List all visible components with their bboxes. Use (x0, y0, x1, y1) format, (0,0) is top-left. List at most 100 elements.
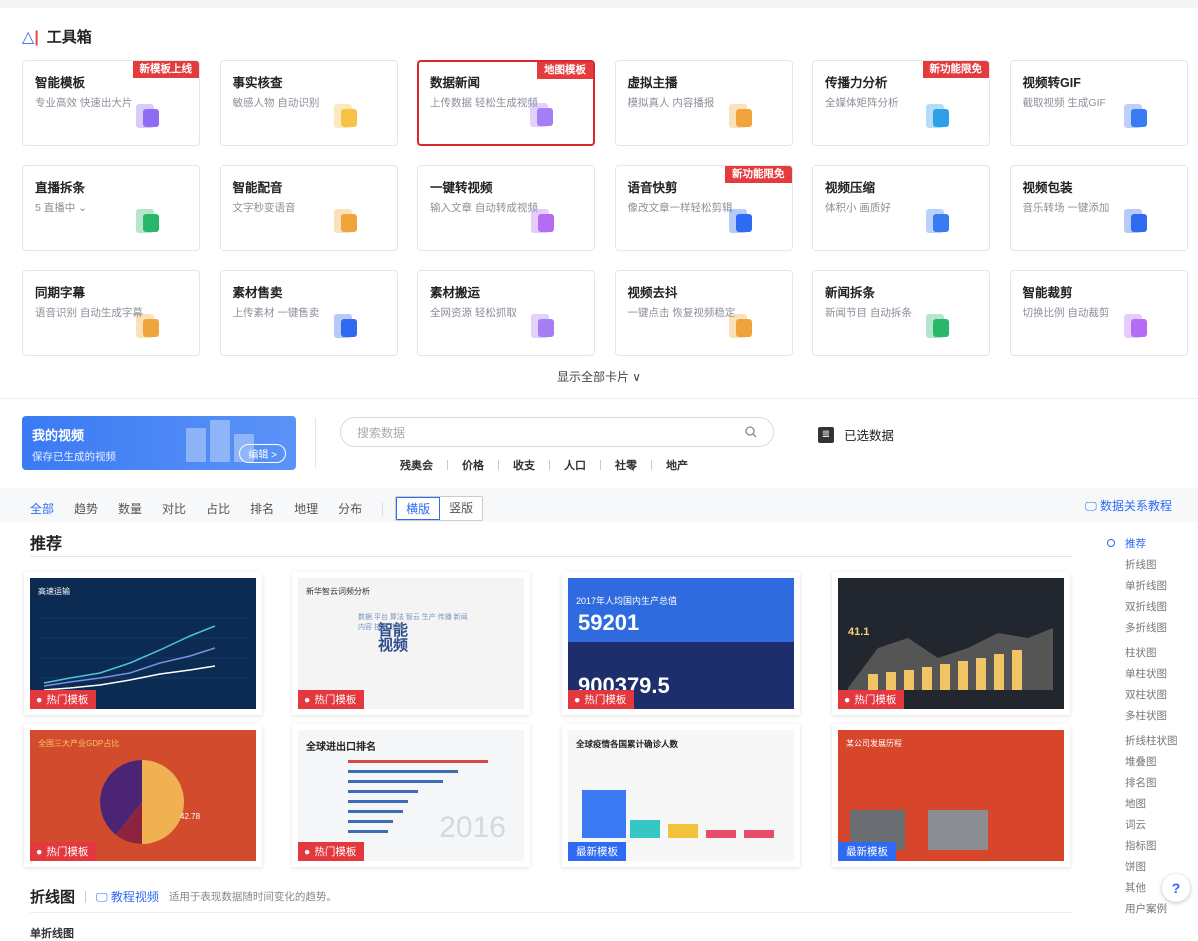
sidebar-item[interactable]: 用户案例 (1104, 899, 1184, 920)
compress-icon (926, 209, 949, 233)
template-card[interactable]: 新华智云词频分析 智能 视频 数据 平台 算法 智云 生产 传播 新闻 内容 技术… (292, 572, 530, 715)
filter-tab[interactable]: 排名 (250, 500, 274, 517)
hot-template-badge: ● 热门模板 (298, 842, 365, 861)
single-line-chart-title: 单折线图 (30, 928, 74, 940)
tool-card-badge: 新功能限免 (922, 61, 989, 78)
tool-card-desc: 输入文章 自动转成视频 (430, 202, 538, 214)
portrait-option[interactable]: 竖版 (440, 497, 483, 520)
search-icon[interactable] (745, 426, 757, 438)
sidebar-item[interactable]: 指标图 (1104, 836, 1184, 857)
filter-tab[interactable]: 占比 (206, 500, 230, 517)
tool-card-title: 视频转GIF (1022, 76, 1081, 90)
package-icon (1123, 209, 1147, 233)
search-input[interactable]: 搜索数据 (340, 417, 774, 447)
tool-card[interactable]: 一键转视频 输入文章 自动转成视频 (417, 165, 595, 251)
quick-tag[interactable]: 社零 (615, 457, 637, 473)
tool-card[interactable]: 数据新闻 上传数据 轻松生成视频 地图模板 (417, 60, 595, 146)
tool-card[interactable]: 智能裁剪 切换比例 自动裁剪 (1009, 270, 1188, 356)
article-video-icon (531, 209, 554, 233)
sidebar-item[interactable]: 单折线图 (1104, 576, 1184, 597)
sidebar-item[interactable]: 堆叠图 (1104, 752, 1184, 773)
tool-card[interactable]: 语音快剪 像改文章一样轻松剪辑 新功能限免 (614, 165, 793, 251)
tool-card[interactable]: 智能模板 专业高效 快速出大片 新模板上线 (22, 60, 200, 146)
tool-card[interactable]: 同期字幕 语音识别 自动生成字幕 (22, 270, 200, 356)
tool-card[interactable]: 视频去抖 一键点击 恢复视频稳定 (614, 270, 793, 356)
tool-card-title: 虚拟主播 (627, 76, 678, 90)
tool-card-desc: 专业高效 快速出大片 (35, 97, 133, 109)
tool-card-title: 直播拆条 (35, 181, 86, 195)
fire-icon: ● (574, 693, 581, 706)
sidebar-item[interactable]: 折线柱状图 (1104, 731, 1184, 752)
tool-card[interactable]: 虚拟主播模拟真人 内容播报 (614, 60, 793, 146)
top-border (0, 0, 1198, 8)
subtitle-icon (136, 314, 159, 338)
filter-tab[interactable]: 全部 (30, 500, 54, 517)
hot-template-badge: ● 热门模板 (298, 690, 365, 709)
sidebar-item[interactable]: 排名图 (1104, 773, 1184, 794)
quick-tags: 残奥会 价格 收支 人口 社零 地产 (400, 457, 688, 473)
quick-tag[interactable]: 人口 (564, 457, 586, 473)
template-card[interactable]: 2017年人均国内生产总值 59201 900379.5 ● 热门模板 (562, 572, 800, 715)
dubbing-icon (333, 209, 357, 233)
sidebar-item[interactable]: 词云 (1104, 815, 1184, 836)
help-button[interactable]: ? (1162, 874, 1190, 902)
fire-icon: ● (304, 845, 311, 858)
quick-tag[interactable]: 价格 (462, 457, 484, 473)
page: { "toolbox": {"logo": "△", "title": "工具箱… (0, 0, 1198, 941)
selected-data-button[interactable]: ≣ 已选数据 (818, 425, 894, 444)
divider (30, 912, 1073, 913)
template-card[interactable]: 全国三大产业GDP占比 42.78 ● 热门模板 (24, 724, 262, 867)
sidebar-item[interactable]: 双折线图 (1104, 597, 1184, 618)
monitor-icon: 🖵 (96, 890, 111, 904)
tool-card[interactable]: 素材搬运 全网资源 轻松抓取 (417, 270, 595, 356)
filter-tab[interactable]: 趋势 (74, 500, 98, 517)
tool-card[interactable]: 直播拆条 5 直播中 ⌄ (22, 165, 200, 251)
template-card[interactable]: 高速运输 ● 热门模板 (24, 572, 262, 715)
filter-tab[interactable]: 对比 (162, 500, 186, 517)
tool-card-badge: 地图模板 (537, 62, 593, 79)
filter-tab[interactable]: 数量 (118, 500, 142, 517)
photo (928, 810, 988, 850)
filter-tab[interactable]: 地理 (294, 500, 318, 517)
data-relation-tutorial-link[interactable]: 🖵 数据关系教程 (1085, 497, 1172, 514)
tool-card[interactable]: 新闻拆条 新闻节目 自动拆条 (812, 270, 990, 356)
tool-card[interactable]: 视频包装 音乐转场 一键添加 (1009, 165, 1188, 251)
hot-template-badge: ● 热门模板 (838, 690, 905, 709)
sidebar-item[interactable]: 多柱状图 (1104, 706, 1184, 727)
tool-card-title: 智能裁剪 (1022, 286, 1073, 300)
landscape-option[interactable]: 横版 (396, 497, 441, 520)
sidebar-item[interactable]: 折线图 (1104, 555, 1184, 576)
template-card[interactable]: 41.1 ● 热门模板 (832, 572, 1070, 715)
line-chart-section-header: 折线图 🖵 教程视频 适用于表现数据随时间变化的趋势。 (30, 886, 337, 907)
sidebar-item[interactable]: 双柱状图 (1104, 685, 1184, 706)
tutorial-video-link[interactable]: 🖵 教程视频 (96, 888, 159, 905)
template-card[interactable]: 全球进出口排名 2016 ● 热门模板 (292, 724, 530, 867)
new-template-badge: 最新模板 (568, 842, 626, 861)
quick-tag[interactable]: 收支 (513, 457, 535, 473)
edit-button[interactable]: 编辑 > (239, 444, 286, 463)
template-card[interactable]: 某公司发展历程 最新模板 (832, 724, 1070, 867)
sidebar-item[interactable]: 多折线图 (1104, 618, 1184, 639)
tool-card-desc: 全媒体矩阵分析 (825, 97, 899, 109)
sidebar-item[interactable]: 推荐 (1104, 534, 1184, 555)
tool-card[interactable]: 智能配音 文字秒变语音 (219, 165, 398, 251)
show-all-cards-button[interactable]: 显示全部卡片 ∨ (0, 368, 1198, 385)
quick-tag[interactable]: 地产 (666, 457, 688, 473)
tool-card[interactable]: 素材售卖 上传素材 一键售卖 (219, 270, 398, 356)
sidebar-item[interactable]: 单柱状图 (1104, 664, 1184, 685)
my-video-panel[interactable]: 我的视频 保存已生成的视频 编辑 > (22, 416, 296, 470)
tool-card[interactable]: 事实核查 敏感人物 自动识别 (219, 60, 398, 146)
tool-card[interactable]: 视频转GIF 截取视频 生成GIF (1009, 60, 1188, 146)
tool-card[interactable]: 传播力分析 全媒体矩阵分析 新功能限免 (812, 60, 990, 146)
template-card[interactable]: 全球疫情各国累计确诊人数 最新模板 (562, 724, 800, 867)
tool-card-desc: 模拟真人 内容播报 (627, 97, 715, 109)
sidebar-item[interactable]: 柱状图 (1104, 643, 1184, 664)
hot-template-badge: ● 热门模板 (30, 842, 97, 861)
filter-tab[interactable]: 分布 (338, 500, 362, 517)
tool-card[interactable]: 视频压缩 体积小 画质好 (812, 165, 990, 251)
new-template-badge: 最新模板 (838, 842, 896, 861)
stabilize-icon (728, 314, 752, 338)
toolbox-logo-icon: △| (22, 28, 39, 46)
quick-tag[interactable]: 残奥会 (400, 457, 433, 473)
sidebar-item[interactable]: 地图 (1104, 794, 1184, 815)
